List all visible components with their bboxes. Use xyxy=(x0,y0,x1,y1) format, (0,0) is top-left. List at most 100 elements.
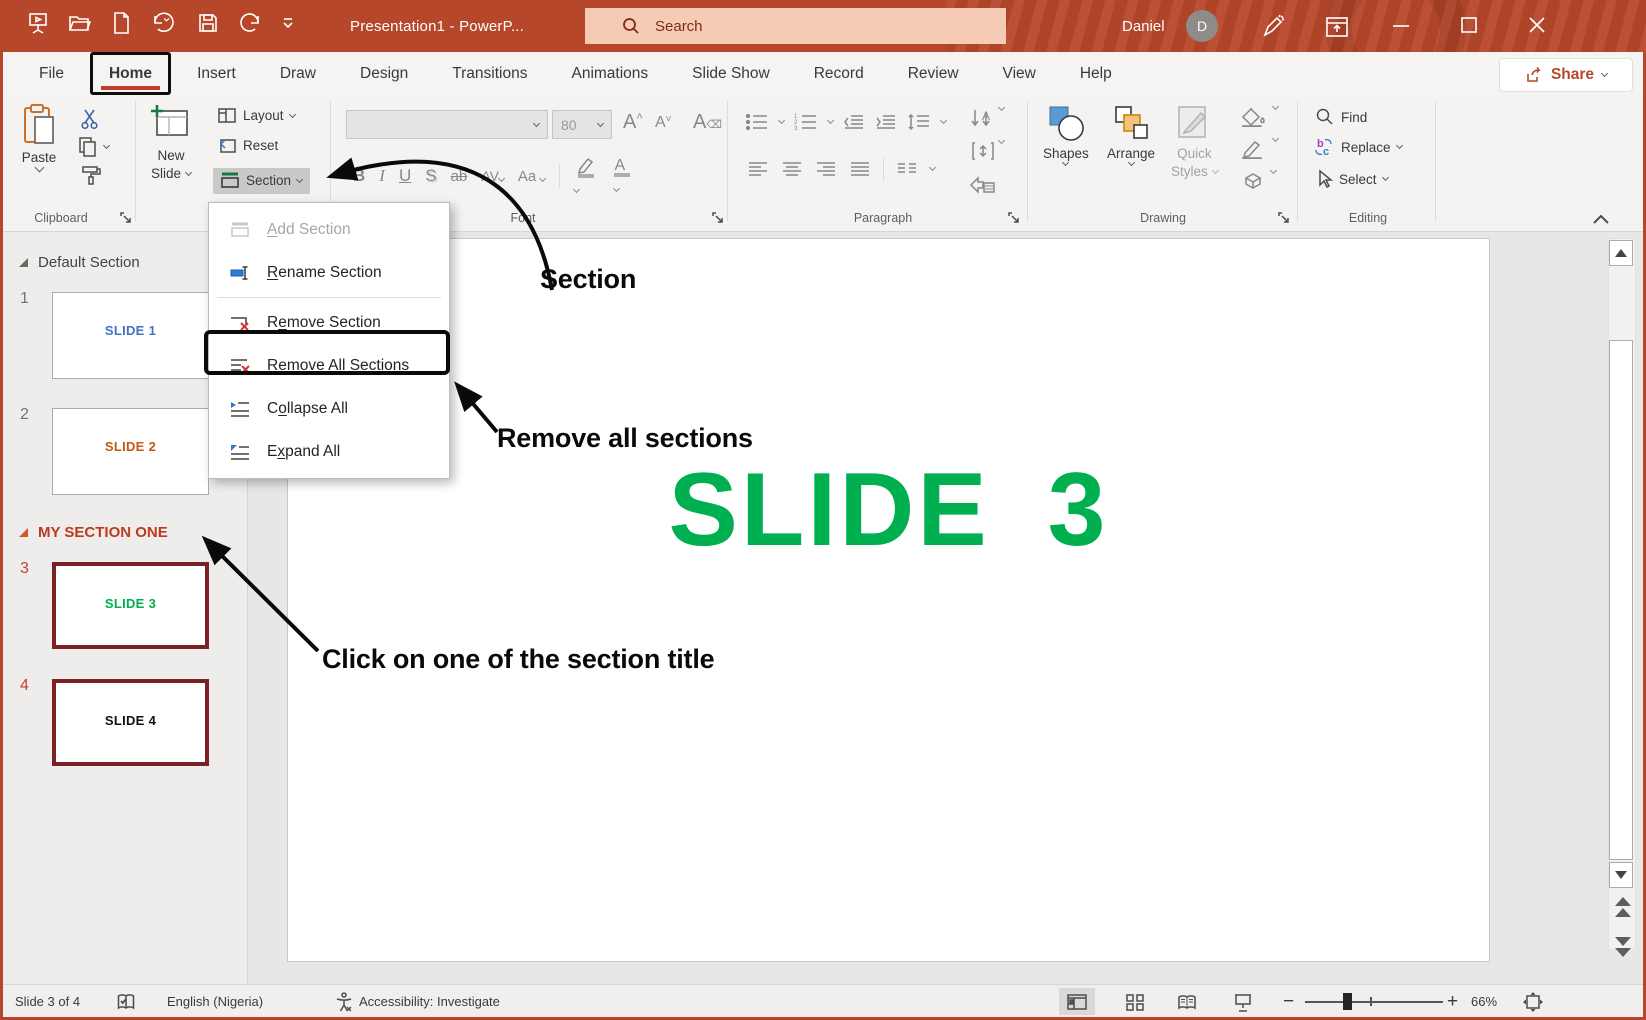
slide-thumbnail-3[interactable]: SLIDE 3 xyxy=(52,562,209,649)
section-collapse-icon[interactable] xyxy=(19,528,28,537)
align-left-button[interactable] xyxy=(747,161,769,177)
scroll-up-button[interactable] xyxy=(1609,240,1633,266)
collapse-ribbon-icon[interactable] xyxy=(1591,213,1611,225)
section-header-my-section-one[interactable]: MY SECTION ONE xyxy=(19,524,168,541)
tab-home[interactable]: Home xyxy=(90,52,171,95)
slide-indicator[interactable]: Slide 3 of 4 xyxy=(15,985,80,1018)
section-header-default[interactable]: Default Section xyxy=(19,254,140,271)
tab-animations[interactable]: Animations xyxy=(549,52,670,95)
next-slide-button[interactable] xyxy=(1615,936,1631,958)
avatar[interactable]: D xyxy=(1186,10,1218,42)
align-text-button[interactable] xyxy=(971,141,1004,161)
tab-file[interactable]: File xyxy=(17,52,86,95)
slideshow-view-button[interactable] xyxy=(1225,988,1261,1015)
shape-fill-button[interactable] xyxy=(1241,107,1278,127)
redo-icon[interactable] xyxy=(237,10,263,36)
section-collapse-icon[interactable] xyxy=(19,258,28,267)
slide-canvas[interactable]: SLIDE 3 xyxy=(287,238,1490,962)
shrink-font-button[interactable]: A˅ xyxy=(655,114,672,132)
dialog-launcher-icon[interactable] xyxy=(119,211,132,224)
reading-view-button[interactable] xyxy=(1169,988,1205,1015)
decrease-indent-button[interactable] xyxy=(843,113,865,131)
dialog-launcher-icon[interactable] xyxy=(711,211,724,224)
find-button[interactable]: Find xyxy=(1315,107,1367,127)
search-box[interactable]: Search xyxy=(585,8,1006,44)
tab-design[interactable]: Design xyxy=(338,52,430,95)
justify-button[interactable] xyxy=(849,161,871,177)
reset-button[interactable]: Reset xyxy=(217,137,278,154)
columns-button[interactable] xyxy=(896,161,918,177)
tab-draw[interactable]: Draw xyxy=(258,52,338,95)
scroll-down-button[interactable] xyxy=(1609,862,1633,888)
menu-item-remove-section[interactable]: Remove Section xyxy=(209,301,449,344)
grow-font-button[interactable]: A˄ xyxy=(623,111,643,134)
dialog-launcher-icon[interactable] xyxy=(1277,211,1290,224)
tab-view[interactable]: View xyxy=(981,52,1058,95)
new-file-icon[interactable] xyxy=(110,10,132,36)
slide-thumbnail-4[interactable]: SLIDE 4 xyxy=(52,679,209,766)
character-spacing-button[interactable]: AV xyxy=(481,168,504,184)
strikethrough-button[interactable]: ab xyxy=(451,168,468,185)
undo-icon[interactable] xyxy=(149,10,179,36)
zoom-slider-handle[interactable] xyxy=(1343,993,1352,1010)
previous-slide-button[interactable] xyxy=(1615,896,1631,918)
slideshow-icon[interactable] xyxy=(26,10,50,36)
highlight-color-button[interactable] xyxy=(574,155,600,197)
increase-indent-button[interactable] xyxy=(875,113,897,131)
close-button[interactable] xyxy=(1526,14,1548,36)
save-icon[interactable] xyxy=(196,11,220,35)
design-ideas-pen-icon[interactable] xyxy=(1260,14,1286,40)
bold-button[interactable]: B xyxy=(353,166,365,186)
scrollbar-thumb[interactable] xyxy=(1609,340,1633,860)
paste-button[interactable]: Paste xyxy=(19,103,59,171)
spellcheck-icon[interactable] xyxy=(115,985,137,1018)
new-slide-button[interactable]: New Slide xyxy=(149,103,193,183)
shape-outline-button[interactable] xyxy=(1241,139,1278,159)
tab-transitions[interactable]: Transitions xyxy=(430,52,549,95)
font-color-button[interactable]: A xyxy=(614,157,630,196)
convert-to-smartart-button[interactable] xyxy=(969,175,995,195)
italic-button[interactable]: I xyxy=(379,166,385,186)
replace-button[interactable]: bc Replace xyxy=(1313,137,1402,157)
menu-item-expand-all[interactable]: Expand All xyxy=(209,430,449,473)
format-painter-icon[interactable] xyxy=(79,163,103,187)
shapes-button[interactable]: Shapes xyxy=(1043,103,1089,165)
text-direction-button[interactable]: A xyxy=(969,108,1004,130)
select-button[interactable]: Select xyxy=(1315,169,1388,189)
section-button[interactable]: Section xyxy=(213,168,310,194)
tab-record[interactable]: Record xyxy=(792,52,886,95)
underline-button[interactable]: U xyxy=(399,166,411,186)
language-indicator[interactable]: English (Nigeria) xyxy=(167,985,263,1018)
menu-item-rename-section[interactable]: Rename Section xyxy=(209,251,449,294)
zoom-level[interactable]: 66% xyxy=(1471,985,1497,1018)
bullets-button[interactable] xyxy=(745,113,769,131)
open-folder-icon[interactable] xyxy=(67,11,93,35)
normal-view-button[interactable] xyxy=(1059,988,1095,1015)
font-name-select[interactable] xyxy=(346,110,548,139)
quick-styles-button[interactable]: Quick Styles xyxy=(1171,103,1218,181)
align-right-button[interactable] xyxy=(815,161,837,177)
zoom-in-button[interactable]: + xyxy=(1447,985,1458,1018)
font-size-select[interactable]: 80 xyxy=(552,110,612,139)
slide-thumbnail-2[interactable]: SLIDE 2 xyxy=(52,408,209,495)
shape-effects-button[interactable] xyxy=(1241,171,1276,191)
tab-insert[interactable]: Insert xyxy=(175,52,258,95)
arrange-button[interactable]: Arrange xyxy=(1107,103,1155,165)
fit-slide-to-window-button[interactable] xyxy=(1515,988,1551,1015)
tab-review[interactable]: Review xyxy=(886,52,981,95)
text-shadow-button[interactable]: S xyxy=(425,166,436,186)
change-case-button[interactable]: Aa xyxy=(518,168,546,185)
layout-button[interactable]: Layout xyxy=(217,107,295,124)
ribbon-display-options-icon[interactable] xyxy=(1324,14,1350,40)
user-name[interactable]: Daniel xyxy=(1122,0,1165,52)
slide-title-text[interactable]: SLIDE 3 xyxy=(669,451,1109,570)
maximize-button[interactable] xyxy=(1458,14,1480,36)
accessibility-status[interactable]: Accessibility: Investigate xyxy=(359,985,500,1018)
copy-button[interactable] xyxy=(77,135,109,159)
qat-more-icon[interactable] xyxy=(280,14,296,32)
tab-help[interactable]: Help xyxy=(1058,52,1134,95)
slide-sorter-view-button[interactable] xyxy=(1117,988,1153,1015)
dialog-launcher-icon[interactable] xyxy=(1007,211,1020,224)
accessibility-icon[interactable] xyxy=(333,985,355,1018)
menu-item-collapse-all[interactable]: Collapse All xyxy=(209,387,449,430)
